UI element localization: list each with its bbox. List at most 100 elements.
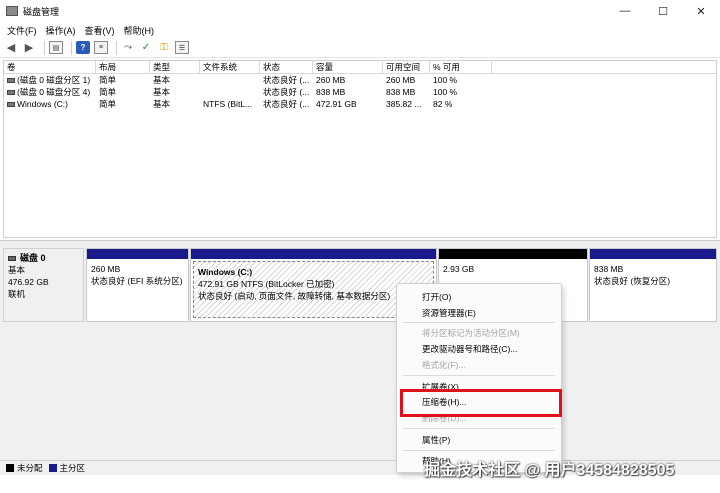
list-icon[interactable]: ☰: [175, 41, 189, 54]
column-status[interactable]: 状态: [260, 61, 313, 73]
partition-size: 260 MB: [91, 264, 121, 274]
toolbar-separator: [116, 40, 117, 55]
partition-recovery[interactable]: 838 MB 状态良好 (恢复分区): [589, 248, 717, 322]
column-volume[interactable]: 卷: [4, 61, 96, 73]
volume-list: 卷 布局 类型 文件系统 状态 容量 可用空间 % 可用 (磁盘 0 磁盘分区 …: [3, 60, 717, 238]
table-row[interactable]: Windows (C:) 简单 基本 NTFS (BitL... 状态良好 (.…: [4, 98, 716, 110]
disk-name-row: 磁盘 0: [8, 252, 79, 264]
partition-status: 状态良好 (EFI 系统分区): [91, 276, 183, 286]
partition-bar: [87, 249, 188, 259]
menu-separator: [403, 450, 555, 451]
menu-file[interactable]: 文件(F): [7, 24, 37, 37]
close-button[interactable]: ✕: [682, 0, 720, 22]
table-row[interactable]: (磁盘 0 磁盘分区 1) 简单 基本 状态良好 (... 260 MB 260…: [4, 74, 716, 86]
free-space-cell: 385.82 ...: [386, 99, 422, 109]
partition-efi[interactable]: 260 MB 状态良好 (EFI 系统分区): [86, 248, 189, 322]
menu-item-open[interactable]: 打开(O): [422, 291, 451, 303]
window-title: 磁盘管理: [23, 6, 60, 17]
disk-name: 磁盘 0: [20, 253, 46, 263]
console-tree-icon[interactable]: ▤: [49, 41, 63, 54]
partition-status: 状态良好 (启动, 页面文件, 故障转储, 基本数据分区): [198, 291, 391, 301]
free-space-cell: 838 MB: [386, 87, 416, 97]
status-cell: 状态良好 (...: [263, 75, 310, 85]
partition-size: 472.91 GB NTFS (BitLocker 已加密): [198, 279, 335, 289]
capacity-cell: 472.91 GB: [316, 99, 357, 109]
volume-icon: [7, 102, 15, 108]
volume-name: Windows (C:): [17, 99, 69, 109]
partition-body: 260 MB 状态良好 (EFI 系统分区): [87, 259, 188, 291]
volume-cell: (磁盘 0 磁盘分区 1): [4, 74, 96, 86]
menu-view[interactable]: 查看(V): [85, 24, 115, 37]
menu-separator: [403, 322, 555, 323]
disk-map: 磁盘 0 基本 476.92 GB 联机 260 MB 状态良好 (EFI 系统…: [0, 240, 720, 460]
key-icon[interactable]: ⚿: [157, 41, 171, 54]
capacity-cell: 260 MB: [316, 75, 346, 85]
disk-type: 基本: [8, 265, 26, 275]
volume-name: (磁盘 0 磁盘分区 4): [17, 87, 91, 97]
menu-item-change-drive-letter[interactable]: 更改驱动器号和路径(C)...: [422, 343, 517, 355]
percent-free-cell: 100 %: [433, 87, 458, 97]
partition-bar: [590, 249, 716, 259]
column-type[interactable]: 类型: [150, 61, 200, 73]
maximize-button[interactable]: ☐: [644, 0, 682, 22]
menu-bar: 文件(F) 操作(A) 查看(V) 帮助(H): [0, 22, 720, 38]
menu-separator: [403, 428, 555, 429]
menu-separator: [403, 375, 555, 376]
disk-management-icon: [6, 6, 18, 16]
legend-unallocated-label: 未分配: [17, 463, 43, 473]
minimize-button[interactable]: —: [606, 0, 644, 22]
column-percent-free[interactable]: % 可用: [430, 61, 492, 73]
volume-icon: [7, 78, 15, 84]
column-free-space[interactable]: 可用空间: [383, 61, 430, 73]
partition-body: 838 MB 状态良好 (恢复分区): [590, 259, 716, 291]
watermark: 掘金技术社区 @ 用户34584828505: [424, 462, 675, 479]
toolbar-separator: [71, 40, 72, 55]
layout-cell: 简单: [99, 87, 117, 97]
menu-action[interactable]: 操作(A): [46, 24, 76, 37]
menu-item-properties[interactable]: 属性(P): [422, 434, 450, 446]
partition-name: Windows (C:): [198, 267, 253, 277]
menu-item-mark-active: 将分区标记为活动分区(M): [422, 328, 520, 338]
toolbar: ◀ ▶ ▤ ? ≡ ⤳ ✓ ⚿ ☰: [0, 38, 720, 58]
free-space-cell: 260 MB: [386, 75, 416, 85]
disk-status: 联机: [8, 289, 26, 299]
partition-bar: [439, 249, 587, 259]
percent-free-cell: 100 %: [433, 75, 458, 85]
back-icon[interactable]: ◀: [4, 41, 18, 54]
partition-size: 2.93 GB: [443, 264, 475, 274]
toolbar-separator: [44, 40, 45, 55]
layout-cell: 简单: [99, 99, 117, 109]
menu-help[interactable]: 帮助(H): [124, 24, 155, 37]
shrink-highlight-box: [400, 389, 562, 417]
percent-free-cell: 82 %: [433, 99, 453, 109]
forward-icon[interactable]: ▶: [22, 41, 36, 54]
help-icon[interactable]: ?: [76, 41, 90, 54]
connect-icon[interactable]: ⤳: [121, 41, 135, 54]
filesystem-cell: NTFS (BitL...: [203, 99, 253, 109]
disk-info[interactable]: 磁盘 0 基本 476.92 GB 联机: [3, 248, 84, 322]
type-cell: 基本: [153, 99, 171, 109]
status-cell: 状态良好 (...: [263, 99, 310, 109]
column-filesystem[interactable]: 文件系统: [200, 61, 260, 73]
column-capacity[interactable]: 容量: [313, 61, 383, 73]
legend-primary-swatch: [48, 464, 57, 472]
volume-list-header: 卷 布局 类型 文件系统 状态 容量 可用空间 % 可用: [4, 61, 716, 74]
column-layout[interactable]: 布局: [96, 61, 150, 73]
context-menu: 打开(O) 资源管理器(E) 将分区标记为活动分区(M) 更改驱动器号和路径(C…: [396, 283, 562, 473]
properties-icon[interactable]: ≡: [94, 41, 108, 54]
title-bar: 磁盘管理 — ☐ ✕: [0, 0, 720, 22]
volume-cell: Windows (C:): [4, 98, 96, 110]
filesystem-cell: [200, 86, 260, 98]
menu-item-explorer[interactable]: 资源管理器(E): [422, 307, 476, 319]
type-cell: 基本: [153, 87, 171, 97]
volume-icon: [7, 90, 15, 96]
volume-name: (磁盘 0 磁盘分区 1): [17, 75, 91, 85]
capacity-cell: 838 MB: [316, 87, 346, 97]
legend-primary-label: 主分区: [59, 463, 86, 473]
disk-icon: [8, 255, 16, 261]
disk-size: 476.92 GB: [8, 277, 49, 287]
filesystem-cell: [200, 74, 260, 86]
type-cell: 基本: [153, 75, 171, 85]
check-icon[interactable]: ✓: [139, 41, 153, 54]
table-row[interactable]: (磁盘 0 磁盘分区 4) 简单 基本 状态良好 (... 838 MB 838…: [4, 86, 716, 98]
